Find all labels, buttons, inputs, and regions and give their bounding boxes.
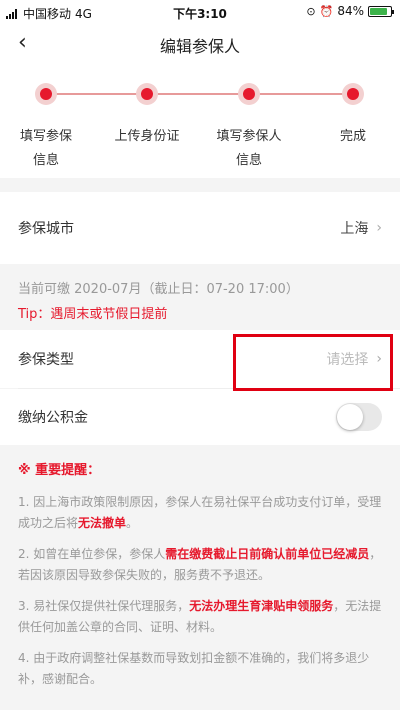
- battery-icon: [368, 5, 394, 17]
- step-dot: [35, 83, 57, 105]
- reminder-item: 3. 易社保仅提供社保代理服务，无法办理生育津贴申领服务，无法提供任何加盖公章的…: [18, 599, 382, 634]
- step-label: 上传身份证: [114, 129, 180, 144]
- battery-fill: [370, 7, 387, 15]
- status-bar: 中国移动 4G 下午3:10 ⊙ ⏰ 84%: [0, 0, 400, 26]
- step-label: 完成: [339, 129, 366, 144]
- reminder-item: 4. 由于政府调整社保基数而导致划扣金额不准确的，我们将多退少补，感谢配合。: [18, 651, 370, 686]
- city-row[interactable]: 参保城市 上海 ›: [0, 192, 400, 264]
- reminder-item: 1. 因上海市政策限制原因，参保人在易社保平台成功支付订单，受理成功之后将无法撤…: [18, 495, 382, 530]
- reminders-heading: ※ 重要提醒：: [18, 463, 101, 478]
- highlight-box: [233, 334, 393, 391]
- step-dot: [342, 83, 364, 105]
- step-2: 上传身份证: [97, 83, 197, 149]
- step-label: 填写参保人 信息: [216, 129, 282, 168]
- step-label: 填写参保 信息: [19, 129, 72, 168]
- progress-steps: 填写参保 信息 上传身份证 填写参保人 信息 完成: [0, 62, 400, 178]
- page-title: 编辑参保人: [159, 37, 240, 56]
- toggle-knob: [337, 404, 363, 430]
- important-reminders: ※ 重要提醒： 1. 因上海市政策限制原因，参保人在易社保平台成功支付订单，受理…: [0, 445, 400, 710]
- battery-percent: 84%: [337, 4, 364, 18]
- reminder-item: 2. 如曾在单位参保，参保人需在缴费截止日前确认前单位已经减员，若因该原因导致参…: [18, 547, 382, 582]
- step-4: 完成: [303, 83, 400, 149]
- chevron-right-icon: ›: [376, 220, 382, 236]
- city-label: 参保城市: [18, 221, 74, 237]
- step-3: 填写参保人 信息: [199, 83, 299, 173]
- payment-period: 当前可缴 2020-07月（截止日：07-20 17:00）: [18, 282, 299, 297]
- city-value: 上海: [340, 221, 369, 237]
- housing-fund-toggle[interactable]: [336, 403, 382, 431]
- step-dot: [136, 83, 158, 105]
- step-dot: [238, 83, 260, 105]
- payment-notice: 当前可缴 2020-07月（截止日：07-20 17:00） Tip：遇周末或节…: [0, 264, 400, 330]
- lock-rotation-icon: ⊙: [306, 4, 316, 18]
- holiday-tip: Tip：遇周末或节假日提前: [18, 307, 168, 322]
- status-right: ⊙ ⏰ 84%: [306, 4, 394, 18]
- alarm-icon: ⏰: [319, 4, 334, 18]
- housing-fund-row: 缴纳公积金: [0, 389, 400, 445]
- step-1: 填写参保 信息: [0, 83, 96, 173]
- nav-bar: ‹ 编辑参保人: [0, 26, 400, 62]
- housing-fund-label: 缴纳公积金: [18, 410, 88, 426]
